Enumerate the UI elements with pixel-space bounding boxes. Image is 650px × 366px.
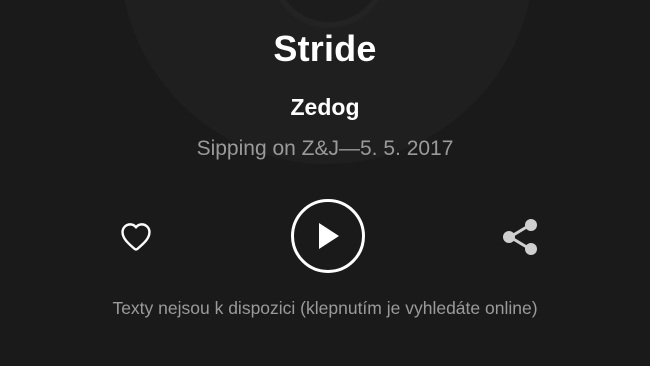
track-title: Stride <box>273 28 377 69</box>
share-icon <box>503 219 537 255</box>
now-playing-screen: Stride Zedog Sipping on Z&J—5. 5. 2017 T… <box>0 0 650 366</box>
heart-outline-icon <box>121 223 151 251</box>
play-icon <box>319 223 339 249</box>
track-artist: Zedog <box>290 94 360 120</box>
share-button[interactable] <box>498 214 544 260</box>
lyrics-unavailable-message[interactable]: Texty nejsou k dispozici (klepnutím je v… <box>0 298 650 319</box>
album-date-line: Sipping on Z&J—5. 5. 2017 <box>196 137 454 160</box>
favorite-button[interactable] <box>114 214 158 258</box>
play-button[interactable] <box>291 199 365 273</box>
